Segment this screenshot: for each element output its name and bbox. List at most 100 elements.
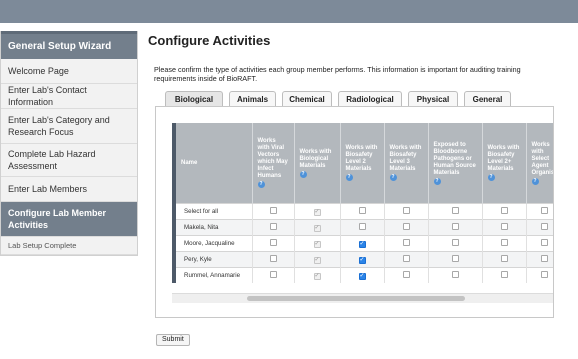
activity-cell: ✓ [294, 235, 341, 252]
table-header-row: Name Works with Viral Vectors which May … [172, 123, 553, 204]
activity-checkbox[interactable] [540, 271, 548, 278]
table-row: Select for all ✓ [172, 203, 553, 220]
activity-checkbox[interactable] [451, 223, 459, 230]
activity-cell [428, 203, 483, 220]
activity-cell [482, 235, 527, 252]
activity-checkbox[interactable] [402, 207, 410, 214]
member-name-cell: Rummel, Annamarie [172, 267, 253, 283]
info-icon[interactable]: ? [487, 174, 495, 181]
sidebar-item-label: Enter Lab's Contact Information [8, 85, 87, 107]
activity-cell [482, 251, 527, 268]
activity-cell [340, 219, 385, 236]
activity-checkbox[interactable] [451, 255, 459, 262]
intro-text: Please confirm the type of activities ea… [154, 65, 521, 83]
activity-checkbox[interactable]: ✓ [358, 240, 366, 248]
tab-physical[interactable]: Physical [408, 91, 458, 106]
activity-cell: ✓ [294, 251, 341, 268]
activity-table-scroll: Name Works with Viral Vectors which May … [172, 123, 553, 293]
activity-checkbox[interactable] [500, 239, 508, 246]
tab-radiological[interactable]: Radiological [338, 91, 402, 106]
column-header-bsl2: Works with Biosafety Level 2 Materials? [340, 123, 385, 204]
activity-cell [526, 203, 553, 220]
activity-cell [384, 251, 429, 268]
activity-checkbox[interactable] [269, 255, 277, 262]
sidebar-item-label: Lab Setup Complete [8, 240, 77, 250]
tab-chemical[interactable]: Chemical [282, 91, 332, 106]
sidebar-item-contact-information[interactable]: Enter Lab's Contact Information [1, 84, 137, 109]
activity-cell: ✓ [340, 267, 385, 283]
activity-checkbox[interactable] [451, 207, 459, 214]
member-name-cell: Moore, Jacqualine [172, 235, 253, 252]
activity-checkbox: ✓ [313, 224, 321, 232]
sidebar-item-welcome[interactable]: Welcome Page [1, 59, 137, 84]
activity-checkbox[interactable] [540, 207, 548, 214]
tab-general[interactable]: General [464, 91, 511, 106]
info-icon[interactable]: ? [345, 174, 353, 181]
activity-cell [482, 219, 527, 236]
activity-checkbox[interactable] [358, 207, 366, 214]
activity-cell [526, 235, 553, 252]
activity-checkbox: ✓ [313, 256, 321, 264]
activity-checkbox[interactable] [402, 271, 410, 278]
column-header-name: Name [172, 123, 253, 204]
sidebar-item-lab-members[interactable]: Enter Lab Members [1, 177, 137, 202]
activity-cell: ✓ [340, 235, 385, 252]
activity-checkbox[interactable]: ✓ [358, 256, 366, 264]
activity-cell [428, 267, 483, 283]
activity-checkbox[interactable] [269, 223, 277, 230]
tab-animals[interactable]: Animals [229, 91, 276, 106]
activity-checkbox[interactable] [269, 271, 277, 278]
submit-button[interactable]: Submit [156, 334, 190, 346]
activity-checkbox[interactable] [500, 207, 508, 214]
sidebar-item-configure-activities[interactable]: Configure Lab Member Activities [1, 202, 137, 237]
activity-checkbox[interactable] [402, 239, 410, 246]
info-icon[interactable]: ? [389, 174, 397, 181]
activity-cell [428, 251, 483, 268]
table-row: Makela, Nita ✓ [172, 219, 553, 236]
scrollbar-thumb[interactable] [247, 296, 465, 301]
activity-checkbox[interactable] [540, 223, 548, 230]
sidebar-item-hazard-assessment[interactable]: Complete Lab Hazard Assessment [1, 144, 137, 177]
sidebar-item-category-research-focus[interactable]: Enter Lab's Category and Research Focus [1, 109, 137, 144]
column-header-label: Works with Viral Vectors which May Infec… [257, 138, 288, 179]
tab-biological[interactable]: Biological [165, 91, 223, 106]
activity-checkbox[interactable] [402, 223, 410, 230]
activity-cell [526, 267, 553, 283]
activity-cell [482, 203, 527, 220]
activity-cell [384, 235, 429, 252]
column-header-bloodborne-pathogens: Exposed to Bloodborne Pathogens or Human… [428, 123, 483, 204]
activity-cell: ✓ [294, 219, 341, 236]
horizontal-scrollbar[interactable] [172, 293, 553, 303]
activity-checkbox[interactable] [500, 223, 508, 230]
sidebar-header: General Setup Wizard [1, 31, 137, 59]
activity-cell [526, 219, 553, 236]
info-icon[interactable]: ? [531, 177, 539, 185]
sidebar-item-label: Enter Lab Members [8, 184, 88, 194]
activity-checkbox: ✓ [313, 240, 321, 248]
column-header-label: Works with Biosafety Level 3 Materials [389, 145, 422, 172]
member-name-cell: Pery, Kyle [172, 251, 253, 268]
activity-cell [526, 251, 553, 268]
activity-checkbox[interactable] [500, 271, 508, 278]
sidebar-item-setup-complete[interactable]: Lab Setup Complete [1, 237, 137, 255]
activity-tabs: Biological Animals Chemical Radiological… [165, 91, 517, 106]
activity-checkbox[interactable] [540, 255, 548, 262]
info-icon[interactable]: ? [433, 177, 441, 185]
activity-checkbox[interactable] [540, 239, 548, 246]
table-row: Pery, Kyle ✓ ✓ [172, 251, 553, 268]
info-icon[interactable]: ? [299, 170, 307, 178]
activity-checkbox[interactable] [402, 255, 410, 262]
activity-checkbox[interactable] [269, 207, 277, 214]
activity-checkbox[interactable] [269, 239, 277, 246]
activity-checkbox[interactable] [451, 271, 459, 278]
activity-cell [252, 251, 295, 268]
activity-cell [252, 203, 295, 220]
info-icon[interactable]: ? [257, 181, 265, 188]
activity-checkbox[interactable]: ✓ [358, 272, 366, 280]
activity-checkbox[interactable] [451, 239, 459, 246]
activity-cell: ✓ [294, 267, 341, 283]
activity-checkbox[interactable] [500, 255, 508, 262]
column-header-label: Works with Biosafety Level 2+ Materials [487, 145, 520, 172]
activity-checkbox[interactable] [358, 223, 366, 230]
sidebar-item-label: Configure Lab Member Activities [8, 208, 107, 230]
